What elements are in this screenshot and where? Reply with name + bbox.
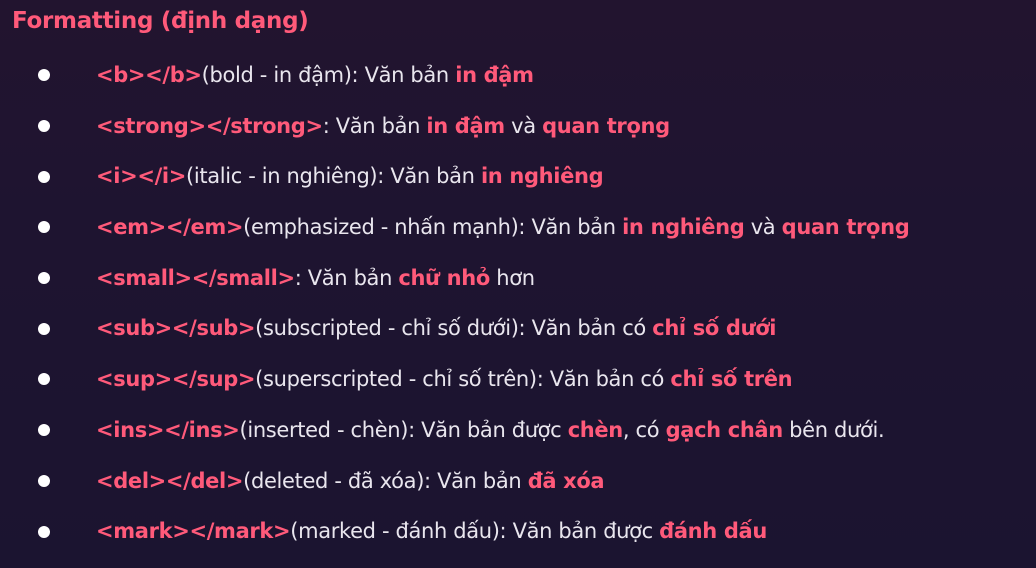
description-text: : Văn bản [294, 265, 399, 290]
html-tag-code: <em></em> [96, 215, 244, 240]
list-item: <b></b>(bold - in đậm): Văn bản in đậm [0, 50, 1036, 101]
highlighted-text: chữ nhỏ [398, 265, 490, 290]
html-tag-code: <mark></mark> [96, 519, 291, 544]
highlighted-text: quan trọng [781, 215, 910, 240]
html-tag-code: <small></small> [96, 265, 295, 290]
html-tag-code: <i></i> [96, 164, 186, 189]
highlighted-text: in nghiêng [480, 164, 604, 189]
description-text: , có [622, 417, 666, 442]
description-text: : Văn bản [322, 113, 427, 138]
list-item: <sub></sub>(subscripted - chỉ số dưới): … [0, 303, 1036, 354]
highlighted-text: in đậm [426, 113, 505, 138]
html-tag-code: <strong></strong> [96, 113, 323, 138]
highlighted-text: in nghiêng [622, 215, 745, 240]
list-item: <del></del>(deleted - đã xóa): Văn bản đ… [0, 456, 1036, 507]
highlighted-text: in đậm [455, 63, 534, 87]
list-item: <ins></ins>(inserted - chèn): Văn bản đư… [0, 405, 1036, 456]
description-text: (bold - in đậm): Văn bản [201, 63, 456, 87]
bullet-icon [38, 373, 50, 386]
html-tag-code: <b></b> [96, 63, 202, 87]
highlighted-text: gạch chân [665, 417, 784, 442]
formatting-tag-list: <b></b>(bold - in đậm): Văn bản in đậm <s… [0, 50, 1036, 557]
highlighted-text: quan trọng [542, 113, 670, 138]
bullet-icon [38, 474, 50, 487]
bullet-icon [38, 120, 50, 133]
description-text: và [504, 113, 543, 138]
description-text: (inserted - chèn): Văn bản được [239, 417, 568, 442]
html-tag-code: <sup></sup> [96, 367, 256, 392]
bullet-icon [38, 272, 50, 285]
description-text: hơn [489, 265, 535, 290]
description-text: (emphasized - nhấn mạnh): Văn bản [243, 215, 623, 240]
description-text: (italic - in nghiêng): Văn bản [186, 164, 481, 189]
highlighted-text: chèn [567, 417, 624, 442]
description-text: bên dưới. [782, 417, 885, 442]
highlighted-text: đánh dấu [659, 519, 767, 544]
list-item: <mark></mark>(marked - đánh dấu): Văn bả… [0, 506, 1036, 557]
bullet-icon [38, 525, 50, 538]
highlighted-text: chỉ số trên [670, 367, 793, 392]
description-text: (superscripted - chỉ số trên): Văn bản c… [255, 367, 671, 392]
bullet-icon [38, 69, 50, 82]
description-text: (deleted - đã xóa): Văn bản [243, 468, 528, 493]
highlighted-text: chỉ số dưới [652, 316, 777, 341]
bullet-icon [38, 170, 50, 183]
list-item: <i></i>(italic - in nghiêng): Văn bản in… [0, 151, 1036, 202]
list-item: <strong></strong>: Văn bản in đậm và qua… [0, 101, 1036, 152]
highlighted-text: đã xóa [527, 468, 605, 493]
description-text: (marked - đánh dấu): Văn bản được [290, 519, 660, 544]
html-tag-code: <sub></sub> [96, 316, 256, 341]
html-tag-code: <del></del> [96, 468, 244, 493]
description-text: (subscripted - chỉ số dưới): Văn bản có [255, 316, 653, 341]
slide-title: Formatting (định dạng) [12, 8, 309, 34]
list-item: <small></small>: Văn bản chữ nhỏ hơn [0, 253, 1036, 304]
bullet-icon [38, 424, 50, 437]
description-text: và [744, 215, 782, 240]
slide: Formatting (định dạng) <b></b>(bold - in… [0, 0, 1036, 568]
list-item: <sup></sup>(superscripted - chỉ số trên)… [0, 354, 1036, 405]
list-item: <em></em>(emphasized - nhấn mạnh): Văn b… [0, 202, 1036, 253]
html-tag-code: <ins></ins> [96, 417, 240, 442]
bullet-icon [38, 221, 50, 234]
bullet-icon [38, 322, 50, 335]
